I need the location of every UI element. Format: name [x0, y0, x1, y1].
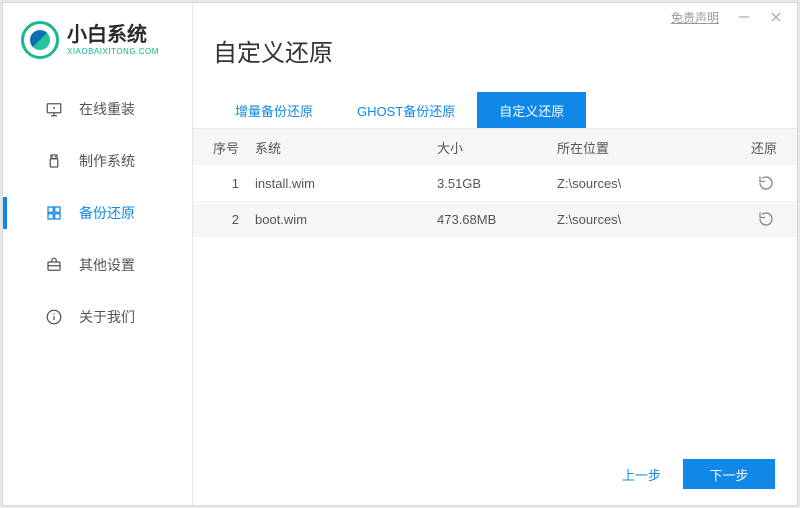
table-row[interactable]: 1 install.wim 3.51GB Z:\sources\ [193, 165, 797, 201]
titlebar: 免责声明 [665, 3, 797, 31]
col-header-index: 序号 [213, 138, 247, 157]
nav-label: 备份还原 [79, 203, 135, 223]
nav-other-settings[interactable]: 其他设置 [3, 239, 192, 291]
cell-location: Z:\sources\ [557, 212, 737, 227]
cell-index: 1 [213, 176, 247, 191]
cell-size: 3.51GB [437, 176, 557, 191]
info-icon [45, 308, 63, 326]
nav-make-system[interactable]: 制作系统 [3, 135, 192, 187]
tab-ghost[interactable]: GHOST备份还原 [335, 92, 477, 128]
col-header-action: 还原 [737, 138, 777, 157]
nav-label: 其他设置 [79, 255, 135, 275]
table-row[interactable]: 2 boot.wim 473.68MB Z:\sources\ [193, 201, 797, 237]
restore-icon [757, 210, 775, 228]
col-header-size: 大小 [437, 138, 557, 157]
restore-icon [757, 174, 775, 192]
nav-label: 在线重装 [79, 99, 135, 119]
cell-index: 2 [213, 212, 247, 227]
minimize-button[interactable] [729, 6, 759, 28]
restore-button[interactable] [755, 172, 777, 194]
cell-system: boot.wim [247, 212, 437, 227]
logo-subtitle: XIAOBAIXITONG.COM [67, 48, 159, 56]
app-window: 免责声明 小白系统 XIAOBAIXITONG.COM [2, 2, 798, 506]
close-button[interactable] [761, 6, 791, 28]
col-header-system: 系统 [247, 138, 437, 157]
logo: 小白系统 XIAOBAIXITONG.COM [3, 3, 192, 79]
prev-button[interactable]: 上一步 [622, 465, 661, 484]
nav-backup-restore[interactable]: 备份还原 [3, 187, 192, 239]
footer: 上一步 下一步 [622, 459, 775, 489]
toolbox-icon [45, 256, 63, 274]
monitor-icon [45, 100, 63, 118]
table: 序号 系统 大小 所在位置 还原 1 install.wim 3.51GB Z:… [193, 129, 797, 237]
tab-incremental[interactable]: 增量备份还原 [213, 92, 335, 128]
tabs: 增量备份还原 GHOST备份还原 自定义还原 [193, 92, 797, 129]
next-button[interactable]: 下一步 [683, 459, 775, 489]
cell-system: install.wim [247, 176, 437, 191]
minimize-icon [738, 11, 750, 23]
nav-label: 关于我们 [79, 307, 135, 327]
usb-icon [45, 152, 63, 170]
col-header-location: 所在位置 [557, 138, 737, 157]
disclaimer-link[interactable]: 免责声明 [671, 9, 719, 26]
sidebar: 小白系统 XIAOBAIXITONG.COM 在线重装 制作系统 [3, 3, 193, 505]
nav: 在线重装 制作系统 备份还原 [3, 79, 192, 343]
table-header: 序号 系统 大小 所在位置 还原 [193, 129, 797, 165]
tab-custom[interactable]: 自定义还原 [477, 92, 586, 128]
body: 小白系统 XIAOBAIXITONG.COM 在线重装 制作系统 [3, 3, 797, 505]
cell-size: 473.68MB [437, 212, 557, 227]
restore-button[interactable] [755, 208, 777, 230]
logo-text: 小白系统 XIAOBAIXITONG.COM [67, 25, 159, 56]
nav-online-reinstall[interactable]: 在线重装 [3, 83, 192, 135]
grid-icon [45, 204, 63, 222]
logo-icon [21, 21, 59, 59]
nav-label: 制作系统 [79, 151, 135, 171]
logo-title: 小白系统 [67, 25, 159, 45]
cell-location: Z:\sources\ [557, 176, 737, 191]
close-icon [770, 11, 782, 23]
main: 自定义还原 增量备份还原 GHOST备份还原 自定义还原 序号 系统 大小 所在… [193, 3, 797, 505]
nav-about[interactable]: 关于我们 [3, 291, 192, 343]
